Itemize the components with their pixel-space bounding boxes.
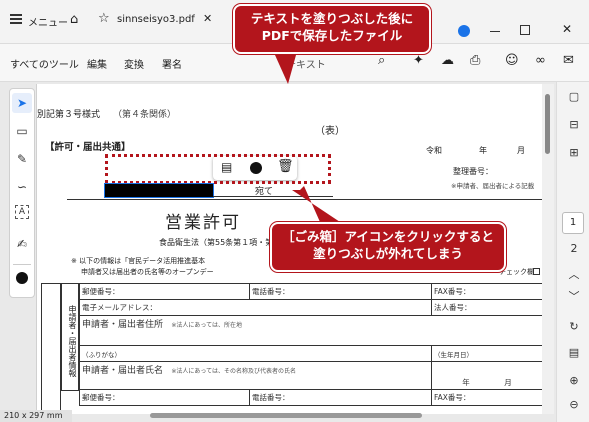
callout-bottom: ［ごみ箱］アイコンをクリックすると 塗りつぶしが外れてしまう xyxy=(270,222,506,272)
callout-bottom-line-2: 塗りつぶしが外れてしまう xyxy=(313,246,463,261)
callout-top-pointer xyxy=(275,55,296,84)
callout-pointers xyxy=(275,55,340,222)
callout-bottom-line-1: ［ごみ箱］アイコンをクリックすると xyxy=(282,229,494,244)
callout-bottom-pointer xyxy=(292,186,340,222)
